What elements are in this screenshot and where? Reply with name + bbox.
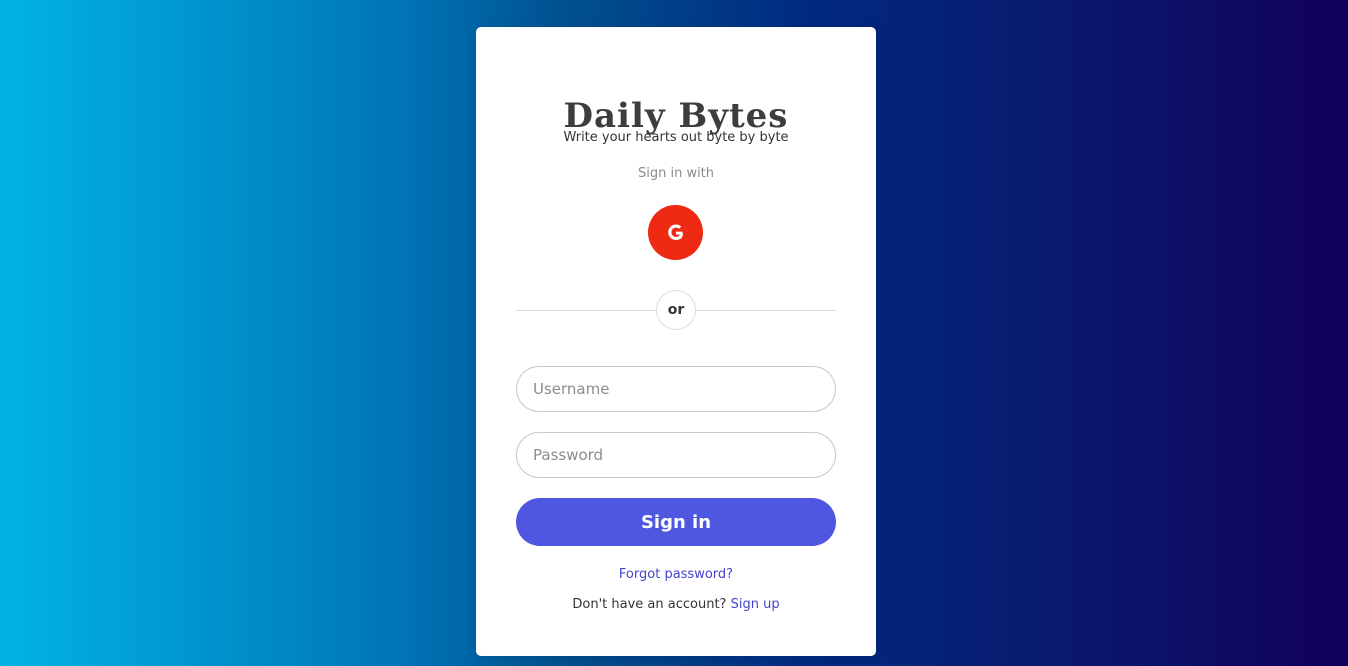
google-sign-in-button[interactable] (648, 205, 703, 260)
or-divider-label: or (667, 302, 685, 318)
page-title: Daily Bytes (563, 96, 789, 136)
password-input[interactable] (516, 432, 836, 478)
sign-in-with-label: Sign in with (637, 166, 715, 181)
forgot-password-link[interactable]: Forgot password? (619, 567, 733, 582)
sign-up-row: Don't have an account? Sign up (476, 597, 876, 613)
google-icon (666, 223, 686, 243)
sign-in-button-label: Sign in (640, 511, 712, 533)
forgot-password-row: Forgot password? (476, 567, 876, 583)
sign-up-link[interactable]: Sign up (731, 597, 780, 612)
no-account-text: Don't have an account? (572, 597, 727, 612)
or-divider: or (656, 290, 696, 330)
page-subtitle: Write your hearts out byte by byte (563, 130, 789, 145)
login-card: Daily Bytes Write your hearts out byte b… (476, 27, 876, 656)
sign-in-button[interactable]: Sign in (516, 498, 836, 546)
username-input[interactable] (516, 366, 836, 412)
